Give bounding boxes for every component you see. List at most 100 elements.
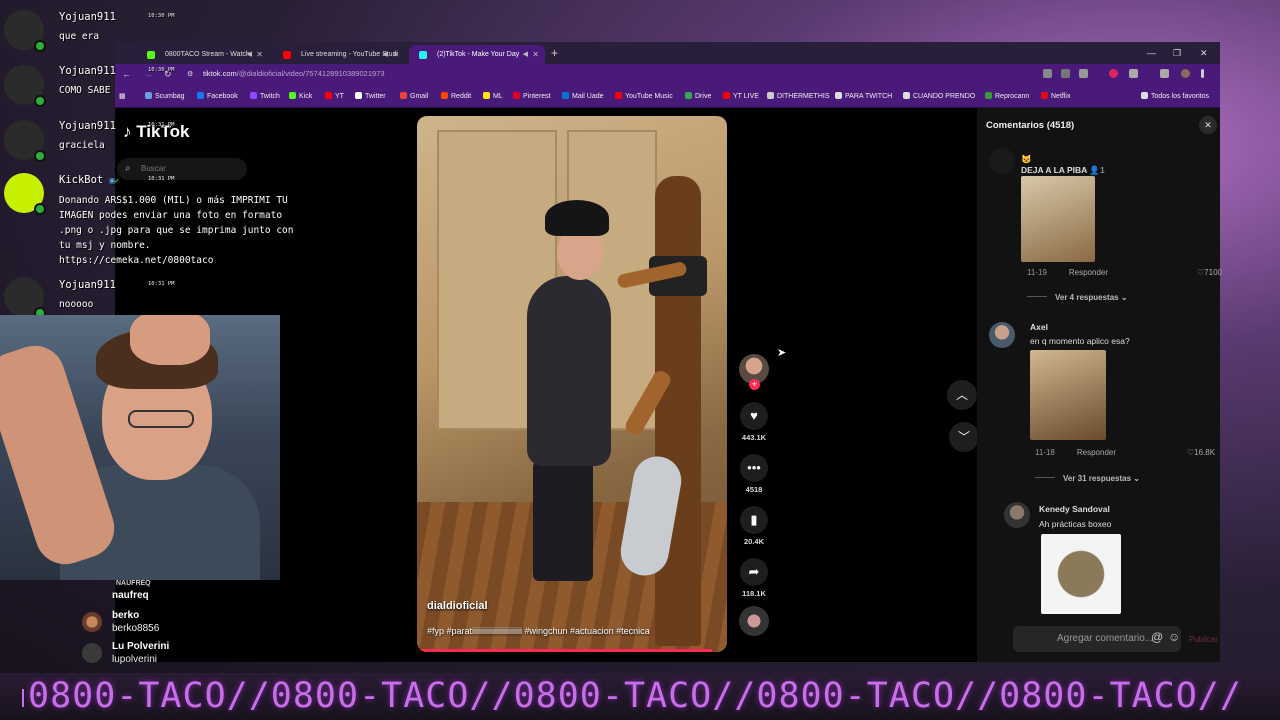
chat-username: Yojuan911: [59, 279, 116, 291]
next-video-button[interactable]: ﹀: [949, 422, 979, 452]
bookmark-folder[interactable]: CUANDO PRENDO: [903, 92, 975, 100]
ticker-text: 0800-TACO//0800-TACO//0800-TACO//0800-TA…: [28, 676, 1242, 716]
reply-link[interactable]: Responder: [1077, 448, 1116, 457]
comment-image[interactable]: [1021, 176, 1095, 262]
bookmark-icon[interactable]: ▮: [740, 506, 768, 534]
bookmark-item[interactable]: Mail Uade: [562, 92, 604, 100]
bookmark-item[interactable]: Netflix: [1041, 92, 1070, 100]
bookmark-item[interactable]: Twitter: [355, 92, 386, 100]
chat-username: Yojuan911: [59, 11, 116, 23]
bookmark-favicon-icon: [483, 92, 490, 99]
bookmark-item[interactable]: ML: [483, 92, 503, 100]
chevron-up-icon: ︿: [955, 388, 968, 402]
folder-icon: [1141, 92, 1148, 99]
bookmark-favicon-icon: [1041, 92, 1048, 99]
comment-image[interactable]: [1041, 534, 1121, 614]
heart-icon[interactable]: ♥: [740, 402, 768, 430]
previous-video-button[interactable]: ︿: [947, 380, 977, 410]
video-player[interactable]: dialdioficial #fyp #paratiiiiiiiiiiiiiii…: [417, 116, 727, 652]
bookmark-item[interactable]: Pinterest: [513, 92, 551, 100]
media-icon[interactable]: [1160, 69, 1169, 78]
video-caption[interactable]: #fyp #paratiiiiiiiiiiiiiiiiiiiiiiiii #wi…: [427, 626, 650, 636]
folder-icon: [835, 92, 842, 99]
commenter-avatar[interactable]: [989, 322, 1015, 348]
chat-message: Yojuan911 10:31 PM nooooo: [0, 275, 310, 319]
like-action[interactable]: ♥ 443.1K: [737, 402, 771, 442]
bookmark-favicon-icon: [325, 92, 332, 99]
speaker-icon: ◀: [522, 51, 528, 58]
bookmark-item[interactable]: YT: [325, 92, 344, 100]
reply-link[interactable]: Responder: [1069, 268, 1108, 277]
chat-timestamp: 10:31 PM: [148, 281, 175, 287]
comment-count: 4518: [745, 485, 763, 494]
comment-text: en q momento aplico esa?: [1030, 336, 1130, 346]
share-arrow-icon[interactable]: ➦: [740, 558, 768, 586]
bookmark-item[interactable]: Gmail: [400, 92, 428, 100]
chat-text: que era: [59, 31, 100, 42]
bookmark-star-icon[interactable]: [1079, 69, 1088, 78]
video-progress-bar[interactable]: [417, 649, 712, 652]
minimize-icon[interactable]: —: [1147, 44, 1156, 62]
extensions-puzzle-icon[interactable]: [1129, 69, 1138, 78]
profile-avatar-icon[interactable]: [1181, 69, 1190, 78]
menu-kebab-icon[interactable]: [1201, 69, 1204, 78]
tab-tiktok[interactable]: (2)TikTok - Make Your Day ◀ ✕: [409, 45, 545, 64]
emoji-icon[interactable]: ☺: [1168, 630, 1180, 644]
comment-meta: 11-19 Responder: [1027, 268, 1109, 277]
chat-text: graciela: [59, 140, 105, 151]
share-action[interactable]: ➦ 118.1K: [737, 558, 771, 598]
video-author[interactable]: dialdioficial: [427, 600, 488, 612]
bookmark-item[interactable]: Reddit: [441, 92, 471, 100]
chat-message: Yojuan911 10:30 PM COMO SABE: [0, 61, 310, 111]
follow-plus-icon[interactable]: +: [749, 379, 760, 390]
bookmark-favicon-icon: [513, 92, 520, 99]
zoom-icon[interactable]: [1061, 69, 1070, 78]
save-action[interactable]: ▮ 20.4K: [737, 506, 771, 546]
music-disc-icon[interactable]: [739, 606, 769, 636]
bookmark-item[interactable]: YT LIVE: [723, 92, 759, 100]
comment-likes[interactable]: ♡16.8K: [1187, 448, 1215, 457]
maximize-icon[interactable]: ❐: [1173, 44, 1181, 62]
close-tab-icon[interactable]: ✕: [392, 45, 399, 64]
comment-input-placeholder: Agregar comentario...: [1057, 633, 1154, 644]
comment-likes[interactable]: ♡7100: [1197, 268, 1222, 277]
like-count: 443.1K: [741, 433, 767, 442]
viewer-name: berko: [112, 610, 140, 621]
close-comments-button[interactable]: ✕: [1199, 116, 1217, 134]
extension-icon[interactable]: [1043, 69, 1052, 78]
commenter-avatar[interactable]: [989, 148, 1015, 174]
view-replies-link[interactable]: Ver 4 respuestas ⌄: [1027, 293, 1128, 302]
comment-bubble-icon[interactable]: •••: [740, 454, 768, 482]
extension-red-icon[interactable]: [1109, 69, 1118, 78]
view-replies-link[interactable]: Ver 31 respuestas ⌄: [1035, 474, 1140, 483]
friend-count: 1: [1099, 165, 1105, 175]
commenter-avatar[interactable]: [1004, 502, 1030, 528]
chevron-down-icon: ⌄: [1133, 474, 1140, 483]
chat-username: Yojuan911: [59, 65, 116, 77]
comment-image[interactable]: [1030, 350, 1106, 440]
share-count: 118.1K: [742, 589, 766, 598]
bookmark-item[interactable]: Reprocann: [985, 92, 1029, 100]
chat-text: COMO SABE: [59, 85, 111, 96]
bookmark-item[interactable]: DITHERMETHIS: [767, 92, 830, 100]
chat-message: Yojuan911 10:31 PM graciela: [0, 116, 310, 166]
save-count: 20.4K: [743, 537, 764, 546]
author-avatar[interactable]: +: [739, 354, 769, 390]
bookmark-item[interactable]: YouTube Music: [615, 92, 673, 100]
close-tab-icon[interactable]: ✕: [532, 45, 539, 64]
bookmark-favicon-icon: [441, 92, 448, 99]
bookmark-item[interactable]: Drive: [685, 92, 711, 100]
all-bookmarks-folder[interactable]: Todos los favoritos: [1141, 92, 1209, 100]
bookmark-folder[interactable]: PARA TWITCH: [835, 92, 892, 100]
commenter-name[interactable]: 🐱 DEJA A LA PIBA 👤1: [1021, 154, 1105, 176]
streamer-hand: [130, 315, 210, 365]
commenter-name[interactable]: Axel: [1030, 322, 1048, 332]
post-comment-button[interactable]: Publicar: [1189, 635, 1218, 644]
comment-action[interactable]: ••• 4518: [737, 454, 771, 494]
new-tab-icon[interactable]: +: [551, 45, 558, 61]
chat-message: Yojuan911 10:30 PM que era: [0, 6, 310, 56]
commenter-name[interactable]: Kenedy Sandoval: [1039, 504, 1110, 514]
close-window-icon[interactable]: ✕: [1200, 44, 1208, 62]
mention-icon[interactable]: @: [1151, 630, 1163, 644]
kick-badge-icon: [34, 150, 46, 162]
